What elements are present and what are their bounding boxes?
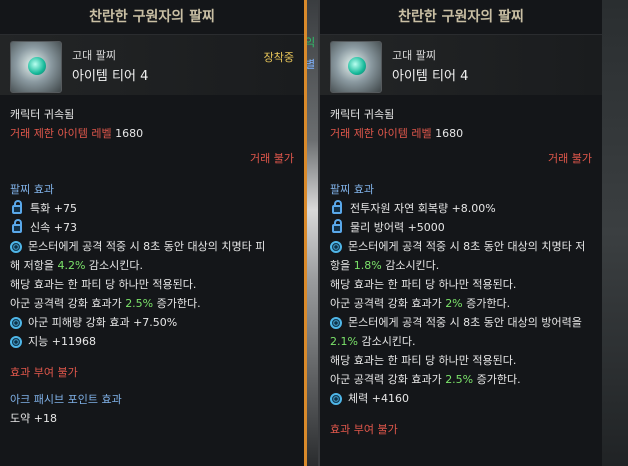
- effect-value: 1.8%: [353, 259, 382, 272]
- effect-text: 몬스터에게 공격 적중 시 8초 동안 대상의 치명타 피: [28, 240, 266, 253]
- item-grade: 고대 팔찌: [72, 49, 116, 62]
- effect-line: 아군 공격력 강화 효과가 2% 증가한다.: [330, 294, 592, 313]
- effect-row: 아군 피해량 강화 효과 +7.50%: [10, 313, 294, 332]
- effect-text: 감소시킨다.: [381, 259, 440, 272]
- effect-text: 증가한다.: [462, 297, 511, 310]
- effect-value: 2.5%: [445, 373, 474, 386]
- bracelet-icon: [330, 41, 382, 93]
- lock-icon: [332, 200, 342, 214]
- ark-passive-title: 아크 패시브 포인트 효과: [10, 393, 122, 406]
- effect-icon: [330, 392, 342, 405]
- effect-text: 증가한다.: [153, 297, 201, 310]
- effect-text: 몬스터에게 공격 적중 시 8초 동안 대상의 방어력을: [348, 316, 582, 329]
- item-tier: 아이템 티어 4: [72, 69, 149, 84]
- effect-text: 지능 +11968: [28, 335, 96, 348]
- bound-status: 캐릭터 귀속됨: [10, 108, 75, 121]
- bracelet-icon: [10, 41, 62, 93]
- stat-text: 특화 +75: [30, 202, 77, 215]
- item-grade: 고대 팔찌: [392, 49, 436, 62]
- item-name: 찬란한 구원자의 팔찌: [320, 0, 602, 35]
- item-header: 고대 팔찌 아이템 티어 4: [320, 35, 602, 95]
- background-scene-right: [600, 0, 628, 466]
- effect-text: 감소시킨다.: [85, 259, 144, 272]
- stat-row: 신속 +73: [10, 218, 294, 237]
- effect-icon: [10, 240, 22, 253]
- effect-text: 증가한다.: [473, 373, 521, 386]
- item-level-value: 1680: [115, 127, 144, 140]
- effect-value: 2.1%: [330, 335, 358, 348]
- enchant-status: 효과 부여 불가: [10, 366, 78, 379]
- stat-row: 특화 +75: [10, 199, 294, 218]
- item-level-value: 1680: [435, 127, 464, 140]
- effect-line: 해당 효과는 한 파티 당 하나만 적용된다.: [10, 278, 197, 291]
- effect-text: 몬스터에게 공격 적중 시 8초 동안 대상의 치명타 저: [348, 240, 586, 253]
- effect-text: 해 저항을: [10, 259, 58, 272]
- effects-title: 팔찌 효과: [10, 183, 54, 196]
- effect-text: 아군 공격력 강화 효과가: [330, 297, 446, 310]
- effect-line: 아군 공격력 강화 효과가 2.5% 증가한다.: [10, 294, 294, 313]
- bound-status: 캐릭터 귀속됨: [330, 108, 395, 121]
- effect-line: 항을 1.8% 감소시킨다.: [330, 256, 592, 275]
- effect-icon: [330, 316, 342, 329]
- item-tier: 아이템 티어 4: [392, 69, 469, 84]
- effect-row: 몬스터에게 공격 적중 시 8초 동안 대상의 치명타 저: [330, 237, 592, 256]
- lock-icon: [332, 219, 342, 233]
- stat-row: 전투자원 자연 회복량 +8.00%: [330, 199, 592, 218]
- effect-icon: [10, 316, 22, 329]
- effect-text: 아군 공격력 강화 효과가: [10, 297, 126, 310]
- ark-passive-value: 도약 +18: [10, 412, 57, 425]
- effect-row: 지능 +11968: [10, 332, 294, 351]
- effect-value: 2%: [445, 297, 463, 310]
- enchant-status: 효과 부여 불가: [330, 423, 398, 436]
- effect-text: 아군 피해량 강화 효과 +7.50%: [28, 316, 178, 329]
- equipped-item-tooltip: 찬란한 구원자의 팔찌 고대 팔찌 아이템 티어 4 장착중 캐릭터 귀속됨 거…: [0, 0, 307, 466]
- effect-line: 아군 공격력 강화 효과가 2.5% 증가한다.: [330, 370, 592, 389]
- item-level: 거래 제한 아이템 레벨 1680: [330, 124, 592, 143]
- effect-icon: [10, 335, 22, 348]
- effect-text: 아군 공격력 강화 효과가: [330, 373, 446, 386]
- effect-line: 해당 효과는 한 파티 당 하나만 적용된다.: [330, 354, 517, 367]
- effect-row: 몬스터에게 공격 적중 시 8초 동안 대상의 치명타 피: [10, 237, 294, 256]
- effects-title: 팔찌 효과: [330, 183, 374, 196]
- stat-row: 물리 방어력 +5000: [330, 218, 592, 237]
- stat-text: 신속 +73: [30, 221, 77, 234]
- stat-text: 물리 방어력 +5000: [350, 221, 445, 234]
- effect-text: 항을: [330, 259, 354, 272]
- item-header: 고대 팔찌 아이템 티어 4 장착중: [0, 35, 304, 95]
- effect-value: 4.2%: [57, 259, 86, 272]
- equipped-badge: 장착중: [263, 51, 294, 64]
- effect-text: 감소시킨다.: [357, 335, 416, 348]
- effect-row: 체력 +4160: [330, 389, 592, 408]
- effect-line: 2.1% 감소시킨다.: [330, 332, 592, 351]
- lock-icon: [12, 219, 22, 233]
- effect-icon: [330, 240, 342, 253]
- effect-line: 해 저항을 4.2% 감소시킨다.: [10, 256, 294, 275]
- item-level-label: 거래 제한 아이템 레벨: [330, 127, 432, 140]
- stat-text: 전투자원 자연 회복량 +8.00%: [350, 202, 496, 215]
- item-name: 찬란한 구원자의 팔찌: [0, 0, 304, 35]
- effect-row: 몬스터에게 공격 적중 시 8초 동안 대상의 방어력을: [330, 313, 592, 332]
- trade-status: 거래 불가: [548, 152, 592, 165]
- effect-text: 체력 +4160: [348, 392, 409, 405]
- item-level-label: 거래 제한 아이템 레벨: [10, 127, 112, 140]
- effect-line: 해당 효과는 한 파티 당 하나만 적용된다.: [330, 278, 517, 291]
- item-level: 거래 제한 아이템 레벨 1680: [10, 124, 294, 143]
- trade-status: 거래 불가: [250, 152, 294, 165]
- lock-icon: [12, 200, 22, 214]
- effect-value: 2.5%: [125, 297, 154, 310]
- compare-item-tooltip: 찬란한 구원자의 팔찌 고대 팔찌 아이템 티어 4 캐릭터 귀속됨 거래 제한…: [318, 0, 602, 466]
